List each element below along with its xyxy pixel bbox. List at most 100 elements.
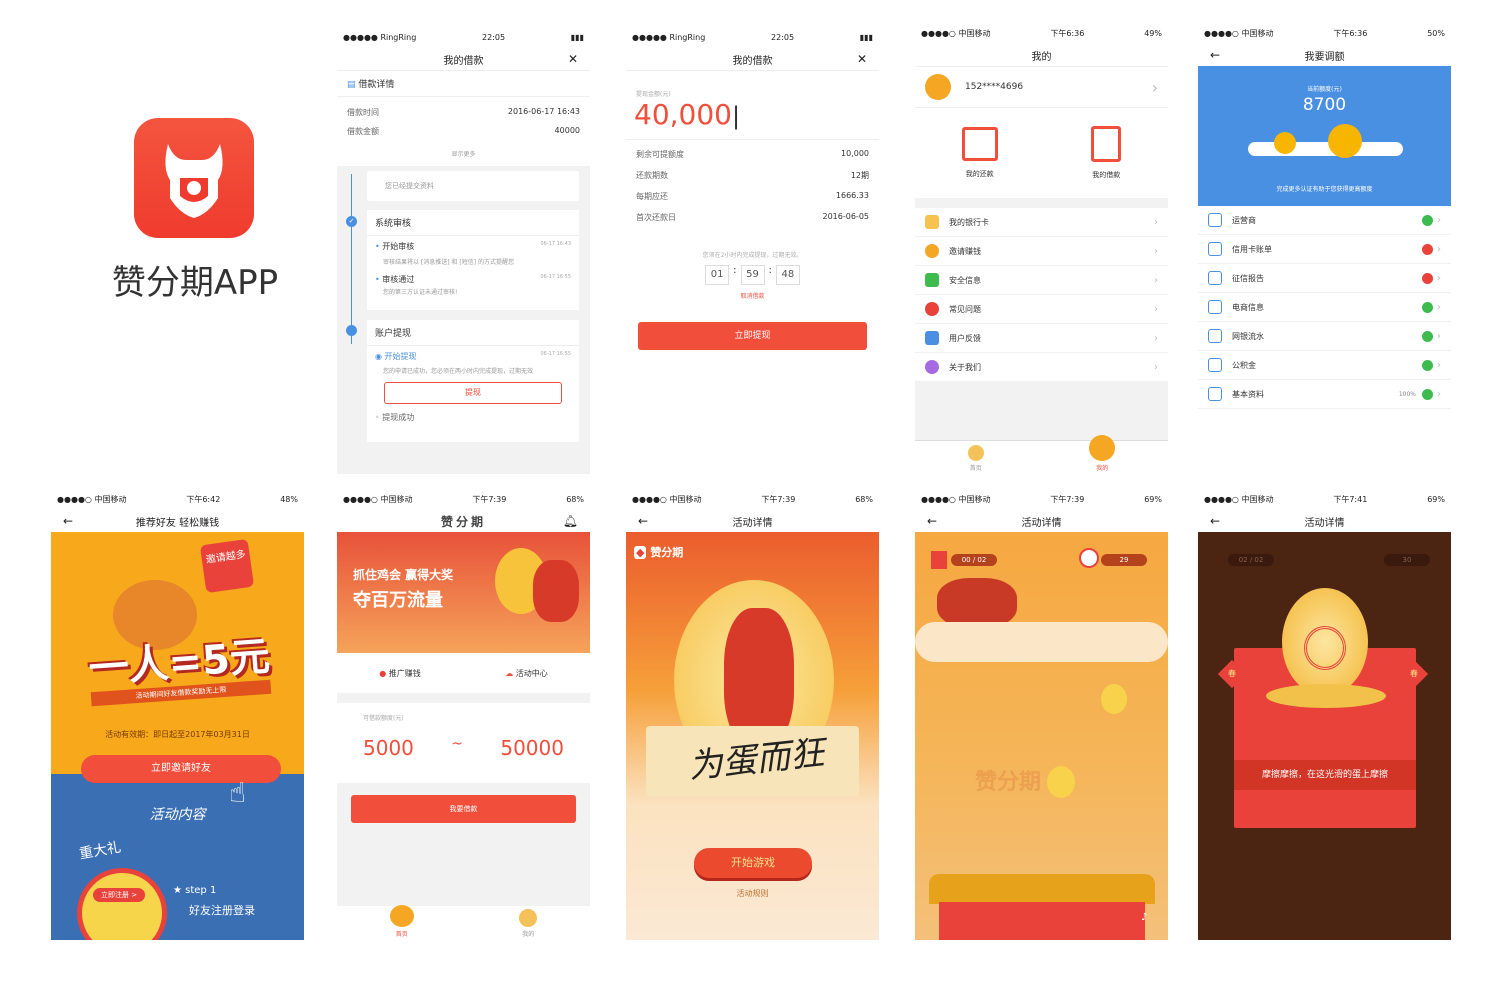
auth-item-icon xyxy=(1208,387,1222,401)
edit-document-icon xyxy=(1091,126,1122,162)
screen-loan-detail: ●●●●● RingRing 22:05 ▮▮▮ 我的借款 ✕ ▤ 借款详情 借款时间… xyxy=(337,26,590,474)
chevron-right-icon: › xyxy=(1437,359,1441,371)
close-icon[interactable]: ✕ xyxy=(568,52,578,66)
clock-icon xyxy=(346,325,357,336)
clouds-illustration xyxy=(915,622,1168,662)
amount-input[interactable]: 40,000| xyxy=(626,98,879,140)
auth-item[interactable]: 电商信息 › xyxy=(1198,293,1451,322)
tab-bar: 首页 我的 xyxy=(915,435,1168,474)
timer-icon xyxy=(1079,548,1099,568)
auth-item-icon xyxy=(1208,358,1222,372)
tab-home[interactable]: 首页 xyxy=(967,445,984,472)
red-envelope-icon xyxy=(931,551,947,569)
status-warning-icon xyxy=(1422,243,1433,255)
section-header: ▤ 借款详情 xyxy=(337,70,590,97)
tab-me[interactable]: 我的 xyxy=(1089,435,1116,472)
info-row: 还款期数 12期 xyxy=(636,171,869,180)
my-repay-button[interactable]: 我的还款 xyxy=(961,127,998,179)
back-arrow-icon[interactable]: ← xyxy=(1210,48,1220,62)
banner[interactable]: 抓住鸡会 赢得大奖 夺百万流量 xyxy=(337,532,590,653)
my-loan-button[interactable]: 我的借款 xyxy=(1091,126,1122,180)
back-arrow-icon[interactable]: ← xyxy=(927,514,937,528)
close-icon[interactable]: ✕ xyxy=(857,52,867,66)
tab-home[interactable]: 首页 xyxy=(389,905,414,938)
show-more-link[interactable]: 显示更多 xyxy=(337,141,590,166)
menu-faq[interactable]: 常见问题 › xyxy=(915,295,1168,324)
back-arrow-icon[interactable]: ← xyxy=(63,514,73,528)
apply-loan-button[interactable]: 我要借款 xyxy=(351,795,576,823)
nav-bar: ← 活动详情 xyxy=(1210,514,1345,529)
logo: ◆ 赞分期 xyxy=(634,546,684,559)
screen-rub-egg: ●●●●○ 中国移动 下午7:41 69% ← 活动详情 02 / 02 30 春 春… xyxy=(1198,488,1451,940)
menu-invite[interactable]: 邀请赚钱 › xyxy=(915,237,1168,266)
nav-bar: ← 活动详情 xyxy=(638,514,773,529)
menu-bank-card[interactable]: 我的银行卡 › xyxy=(915,208,1168,237)
invite-now-button[interactable]: 立即邀请好友 xyxy=(81,755,281,783)
menu-feedback[interactable]: 用户反馈 › xyxy=(915,324,1168,353)
status-bar: ●●●●○ 中国移动 下午7:39 68% xyxy=(632,494,873,504)
bell-icon[interactable]: 🔔︎ xyxy=(563,514,578,528)
chevron-right-icon: › xyxy=(1437,330,1441,342)
nav-bar: ← 推荐好友 轻松赚钱 xyxy=(63,514,220,529)
auth-item[interactable]: 运营商 › xyxy=(1198,206,1451,235)
logo: 赞分期 xyxy=(440,514,486,529)
auth-item[interactable]: 网银流水 › xyxy=(1198,322,1451,351)
start-game-button[interactable]: 开始游戏 xyxy=(694,848,812,878)
screen-withdraw: ●●●●● RingRing 22:05 ▮▮▮ 我的借款 ✕ 提现金额(元) 40,… xyxy=(626,26,879,474)
status-bar: ●●●●○ 中国移动 下午6:36 49% xyxy=(921,28,1162,38)
egg-counter: 00 / 02 xyxy=(951,554,997,566)
screen-adjust-quota: ●●●●○ 中国移动 下午6:36 50% ← 我要调额 当前额度(元) 8700 完… xyxy=(1198,22,1451,474)
withdraw-button[interactable]: 提现 xyxy=(384,382,562,404)
screen-activity-start: ●●●●○ 中国移动 下午7:39 68% ← 活动详情 ◆ 赞分期 为蛋而狂 开始游… xyxy=(626,488,879,940)
back-arrow-icon[interactable]: ← xyxy=(1210,514,1220,528)
cloud-icon: ☁ xyxy=(505,668,514,678)
check-icon: ✓ xyxy=(346,216,357,227)
nav-title: 我的借款 xyxy=(443,55,484,67)
auth-item[interactable]: 征信报告 › xyxy=(1198,264,1451,293)
coins-illustration xyxy=(1248,142,1403,156)
promote-button[interactable]: ● 推广赚钱 xyxy=(379,668,421,679)
tab-me[interactable]: 我的 xyxy=(519,909,538,938)
tab-bar: 首页 我的 xyxy=(337,905,590,940)
coin-icon xyxy=(1328,124,1362,158)
nav-bar: ← 活动详情 xyxy=(927,514,1062,529)
chat-icon xyxy=(925,331,939,345)
back-arrow-icon[interactable]: ← xyxy=(638,514,648,528)
lion-icon xyxy=(519,909,538,927)
auth-item-icon xyxy=(1208,213,1222,227)
nav-bar: ← 我要调额 xyxy=(1210,48,1345,63)
chick-icon xyxy=(1047,766,1075,798)
activity-center-button[interactable]: ☁ 活动中心 xyxy=(505,668,548,679)
cancel-loan-link[interactable]: 取消借款 xyxy=(626,291,879,300)
auth-item[interactable]: 公积金 › xyxy=(1198,351,1451,380)
lion-icon xyxy=(1089,435,1116,461)
auth-item[interactable]: 基本资料 100% › xyxy=(1198,380,1451,409)
audit-card: 系统审核 • 开始审核 06-17 16:43 审核结果将以 [消息推送] 和 [… xyxy=(367,210,579,310)
register-button[interactable]: 立即注册 > xyxy=(93,888,146,902)
menu-about[interactable]: 关于我们 › xyxy=(915,353,1168,382)
document-icon: ▤ xyxy=(347,80,356,90)
menu-security[interactable]: 安全信息 › xyxy=(915,266,1168,295)
calendar-icon xyxy=(961,127,998,161)
status-bar: ●●●●○ 中国移动 下午6:36 50% xyxy=(1204,28,1445,38)
status-ok-icon xyxy=(1422,359,1433,371)
screen-home: ●●●●○ 中国移动 下午7:39 68% 赞分期 🔔︎ 抓住鸡会 赢得大奖 夺百万流… xyxy=(337,488,590,940)
rules-link[interactable]: 活动规则 xyxy=(626,888,879,899)
profile-row[interactable]: 152****4696 › xyxy=(915,66,1168,108)
shield-icon xyxy=(925,273,939,287)
nav-bar: 我的 xyxy=(1031,51,1052,63)
gift-icon: ● xyxy=(379,668,387,678)
timer-value: 29 xyxy=(1101,554,1147,566)
app-title: 赞分期APP xyxy=(111,263,279,303)
auth-item[interactable]: 信用卡账单 › xyxy=(1198,235,1451,264)
music-icon[interactable]: ♪ xyxy=(1141,912,1147,923)
info-row: 每期应还 1666.33 xyxy=(636,191,869,201)
withdraw-now-button[interactable]: 立即提现 xyxy=(638,322,867,350)
countdown: 01: 59: 48 xyxy=(626,265,879,285)
invite-user-icon xyxy=(925,244,939,258)
screen-game: ●●●●○ 中国移动 下午7:39 69% ← 活动详情 00 / 02 29 赞分期… xyxy=(915,488,1168,940)
chevron-right-icon: › xyxy=(1437,214,1441,226)
status-bar: ●●●●○ 中国移动 下午7:39 68% xyxy=(343,494,584,504)
auth-item-icon xyxy=(1208,271,1222,285)
chevron-right-icon: › xyxy=(1437,388,1441,400)
